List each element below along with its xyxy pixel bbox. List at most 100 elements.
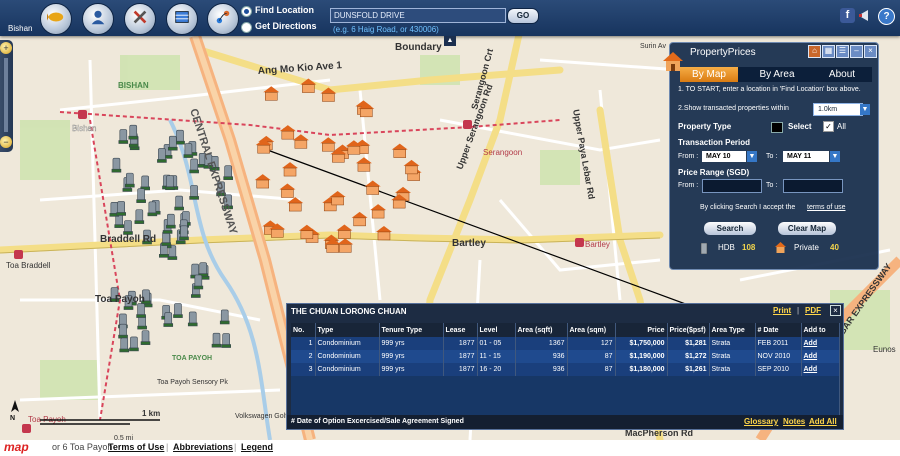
hdb-marker-icon[interactable] xyxy=(134,209,145,224)
tab-by-area[interactable]: By Area xyxy=(746,67,808,82)
hdb-marker-icon[interactable] xyxy=(157,148,167,163)
get-directions-radio[interactable] xyxy=(241,22,252,33)
col-header[interactable]: Area (sqft) xyxy=(515,323,568,337)
user-button[interactable] xyxy=(82,3,114,35)
distance-select[interactable]: 1.0km xyxy=(813,103,863,116)
zoom-control[interactable]: + − xyxy=(0,40,13,152)
hdb-marker-icon[interactable] xyxy=(123,220,133,235)
from-date-select[interactable]: MAY 10 xyxy=(702,151,746,162)
hdb-marker-icon[interactable] xyxy=(140,330,151,345)
hdb-marker-icon[interactable] xyxy=(211,332,222,348)
col-header[interactable]: Price xyxy=(615,323,668,337)
abbreviations-link[interactable]: Abbreviations xyxy=(173,442,233,452)
zoom-in-icon[interactable]: + xyxy=(0,42,12,54)
col-header[interactable]: Lease xyxy=(443,323,478,337)
hdb-marker-icon[interactable] xyxy=(173,303,183,318)
distance-dropdown-icon[interactable]: ▼ xyxy=(860,104,870,115)
table-row[interactable]: 3 Condominium 999 yrs 1877 16 - 20 936 8… xyxy=(291,363,840,376)
hdb-marker-icon[interactable] xyxy=(129,336,139,352)
col-header[interactable]: No. xyxy=(291,323,316,337)
tab-by-map[interactable]: By Map xyxy=(680,67,738,82)
results-close-icon[interactable]: × xyxy=(830,305,841,316)
hdb-marker-icon[interactable] xyxy=(140,175,150,191)
hdb-marker-icon[interactable] xyxy=(167,135,178,151)
hdb-marker-icon[interactable] xyxy=(175,129,185,145)
hdb-marker-icon[interactable] xyxy=(198,262,208,277)
hdb-marker-icon[interactable] xyxy=(136,303,146,318)
panel-grid-icon[interactable]: ▦ xyxy=(822,45,835,58)
add-all-link[interactable]: Add All xyxy=(809,417,837,426)
table-row[interactable]: 2 Condominium 999 yrs 1877 11 - 15 936 8… xyxy=(291,350,840,363)
hdb-marker-icon[interactable] xyxy=(193,274,204,290)
collapse-toolbar-button[interactable]: ▲ xyxy=(444,36,456,46)
hdb-marker-icon[interactable] xyxy=(125,172,135,188)
glossary-link[interactable]: Glossary xyxy=(744,417,778,426)
col-header[interactable]: Area (sqm) xyxy=(567,323,616,337)
col-header[interactable]: Add to xyxy=(801,323,840,337)
property-type-dropdown-icon[interactable] xyxy=(771,122,783,133)
directions-button[interactable] xyxy=(207,3,239,35)
to-date-dropdown-icon[interactable]: ▼ xyxy=(830,151,840,162)
location-input[interactable]: DUNSFOLD DRIVE xyxy=(330,8,506,23)
property-map-button[interactable] xyxy=(40,3,72,35)
add-link[interactable]: Add xyxy=(801,337,840,350)
megaphone-icon[interactable] xyxy=(859,8,874,23)
hdb-marker-icon[interactable] xyxy=(189,158,199,174)
zoom-out-icon[interactable]: − xyxy=(0,136,12,148)
all-checkbox[interactable]: ✓ xyxy=(823,121,834,132)
tools-button[interactable] xyxy=(124,3,156,35)
price-to-input[interactable] xyxy=(783,179,843,193)
panel-house-button[interactable]: ⌂ xyxy=(808,45,821,58)
hdb-marker-icon[interactable] xyxy=(118,129,129,144)
hdb-marker-icon[interactable] xyxy=(221,333,231,348)
hdb-marker-icon[interactable] xyxy=(187,311,198,327)
print-link[interactable]: Print xyxy=(773,306,791,315)
add-link[interactable]: Add xyxy=(801,363,840,376)
col-header[interactable]: Level xyxy=(477,323,516,337)
hdb-marker-icon[interactable] xyxy=(118,323,128,339)
hdb-marker-icon[interactable] xyxy=(179,225,189,241)
hdb-marker-icon[interactable] xyxy=(174,195,184,211)
add-link[interactable]: Add xyxy=(801,350,840,363)
search-button[interactable]: Search xyxy=(704,222,756,235)
user-icon xyxy=(89,8,107,31)
from-date-dropdown-icon[interactable]: ▼ xyxy=(747,151,757,162)
col-header[interactable]: Price($psf) xyxy=(667,323,710,337)
price-from-input[interactable] xyxy=(702,179,762,193)
table-row[interactable]: 1 Condominium 999 yrs 1877 01 - 05 1367 … xyxy=(291,337,840,350)
facebook-icon[interactable]: f xyxy=(840,8,855,23)
layers-button[interactable] xyxy=(166,3,198,35)
zoom-slider-track[interactable] xyxy=(4,58,8,132)
hdb-marker-icon[interactable] xyxy=(223,165,233,180)
hdb-marker-icon[interactable] xyxy=(136,188,146,203)
tab-about[interactable]: About xyxy=(812,67,872,82)
panel-close-icon[interactable]: × xyxy=(864,45,877,58)
hdb-marker-icon[interactable] xyxy=(147,201,158,217)
find-location-radio[interactable] xyxy=(241,6,252,17)
hdb-marker-icon[interactable] xyxy=(165,175,175,191)
hdb-marker-icon[interactable] xyxy=(189,185,199,200)
legend-link[interactable]: Legend xyxy=(241,442,273,452)
terms-link[interactable]: terms of use xyxy=(807,204,846,211)
col-header[interactable]: Type xyxy=(315,323,380,337)
hdb-marker-icon[interactable] xyxy=(219,309,230,325)
hdb-marker-icon[interactable] xyxy=(166,213,176,229)
terms-of-use-link[interactable]: Terms of Use xyxy=(108,442,164,452)
col-header[interactable]: Tenure Type xyxy=(379,323,444,337)
col-header[interactable]: Area Type xyxy=(709,323,756,337)
panel-minimize-icon[interactable]: – xyxy=(850,45,863,58)
to-date-select[interactable]: MAY 11 xyxy=(783,151,829,162)
hdb-marker-icon[interactable] xyxy=(163,312,174,327)
col-header[interactable]: # Date xyxy=(755,323,802,337)
pdf-link[interactable]: PDF xyxy=(805,306,821,315)
hdb-marker-icon[interactable] xyxy=(111,157,122,173)
go-button[interactable]: GO xyxy=(507,8,539,24)
hdb-marker-icon[interactable] xyxy=(183,143,194,158)
clear-map-button[interactable]: Clear Map xyxy=(778,222,836,235)
hdb-marker-icon[interactable] xyxy=(119,337,130,353)
help-icon[interactable]: ? xyxy=(878,8,895,25)
notes-link[interactable]: Notes xyxy=(783,417,805,426)
panel-list-icon[interactable]: ☰ xyxy=(836,45,849,58)
hdb-marker-icon[interactable] xyxy=(128,124,139,140)
hdb-marker-icon[interactable] xyxy=(116,201,126,216)
